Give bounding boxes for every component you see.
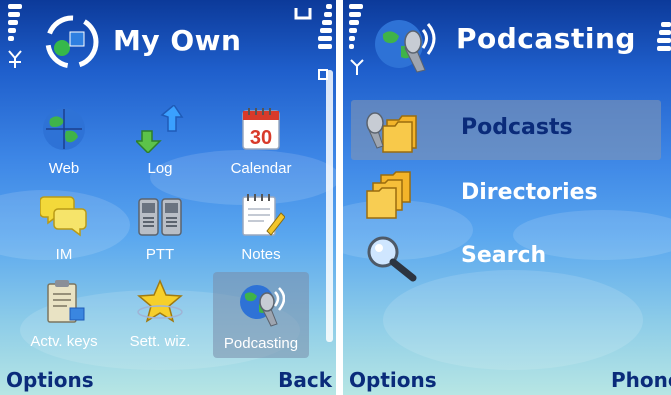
grid-item-ptt[interactable]: PTT — [112, 183, 208, 269]
grid-item-label: Web — [48, 160, 80, 177]
grid-item-label: Calendar — [230, 160, 292, 177]
grid-item-log[interactable]: Log — [112, 97, 208, 183]
options-softkey[interactable]: Options — [349, 368, 437, 392]
list-item-label: Search — [461, 243, 547, 268]
status-header: My Own — [0, 0, 336, 80]
list-item-directories[interactable]: Directories — [351, 165, 661, 225]
battery-clip-icon — [294, 8, 312, 20]
list-item-label: Podcasts — [461, 115, 573, 140]
screen-title: My Own — [113, 24, 242, 57]
podcasting-screen: Podcasting Podcasts Directories Search O… — [343, 0, 671, 395]
grid-item-label: Actv. keys — [30, 333, 98, 350]
list-item-podcasts[interactable]: Podcasts — [351, 100, 661, 160]
grid-item-label: Log — [147, 160, 173, 177]
signal-strength-icon — [349, 4, 363, 52]
my-own-screen: My Own Web Log 30 Calendar IM PTT Notes … — [0, 0, 336, 395]
grid-item-calendar[interactable]: 30 Calendar — [213, 97, 309, 183]
phone-softkey[interactable]: Phone — [611, 368, 671, 392]
star-icon — [137, 279, 183, 323]
battery-level-icon — [657, 22, 671, 54]
status-header: Podcasting — [343, 0, 671, 80]
grid-item-actv-keys[interactable]: Actv. keys — [16, 270, 112, 356]
log-arrows-icon — [136, 105, 184, 153]
notepad-icon — [242, 194, 285, 236]
grid-item-label: Notes — [241, 246, 281, 263]
grid-item-label: Podcasting — [223, 335, 299, 352]
podcast-folders-icon — [366, 112, 417, 153]
grid-item-notes[interactable]: Notes — [213, 183, 309, 269]
clipboard-icon — [47, 280, 85, 323]
battery-level-icon — [318, 4, 332, 52]
list-item-label: Directories — [461, 180, 598, 205]
scrollbar[interactable] — [326, 70, 333, 342]
globe-icon — [43, 108, 85, 150]
grid-item-label: Sett. wiz. — [129, 333, 191, 350]
options-softkey[interactable]: Options — [6, 368, 94, 392]
podcast-globe-icon — [240, 285, 285, 327]
grid-item-podcasting[interactable]: Podcasting — [213, 272, 309, 358]
back-softkey[interactable]: Back — [278, 368, 332, 392]
grid-item-im[interactable]: IM — [16, 183, 112, 269]
walkie-talkie-icon — [138, 198, 182, 236]
antenna-icon — [350, 59, 364, 75]
signal-strength-icon — [8, 4, 22, 44]
podcast-globe-icon — [375, 20, 436, 73]
magnifier-icon — [367, 236, 417, 282]
calendar-day: 30 — [250, 127, 272, 149]
scrollbar-thumb[interactable] — [326, 70, 333, 342]
chat-bubbles-icon — [40, 196, 87, 237]
grid-item-web[interactable]: Web — [16, 97, 112, 183]
calendar-icon: 30 — [242, 108, 280, 150]
folders-icon — [366, 171, 411, 219]
list-item-search[interactable]: Search — [351, 228, 661, 288]
grid-item-sett-wiz[interactable]: Sett. wiz. — [112, 270, 208, 356]
antenna-icon — [8, 50, 22, 68]
grid-item-label: IM — [55, 246, 73, 263]
my-own-app-icon — [45, 15, 99, 69]
screen-title: Podcasting — [456, 22, 636, 55]
grid-item-label: PTT — [145, 246, 175, 263]
